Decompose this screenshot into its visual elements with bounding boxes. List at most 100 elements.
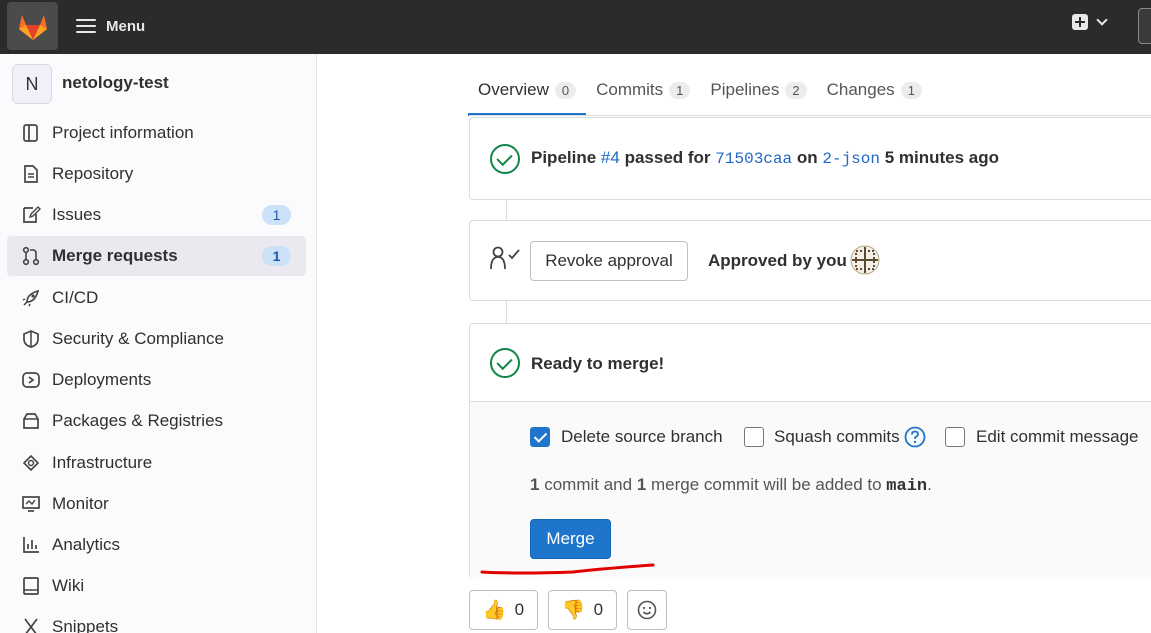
merge-commit-count: 1 — [636, 475, 647, 494]
tab-overview[interactable]: Overview 0 — [468, 64, 587, 116]
pipeline-link[interactable]: #4 — [601, 148, 620, 167]
cloud-gear-icon — [22, 454, 40, 472]
gitlab-logo[interactable] — [7, 2, 58, 50]
thumbs-down-count: 0 — [593, 600, 604, 619]
edit-commit-message-label[interactable]: Edit commit message — [976, 427, 1139, 447]
package-icon — [23, 413, 39, 429]
chevron-down-icon — [1096, 14, 1108, 26]
deployments-icon — [22, 372, 40, 388]
sidebar-item-snippets[interactable]: Snippets — [7, 607, 306, 633]
thumbs-up-icon: 👍 — [482, 600, 507, 621]
tab-commits[interactable]: Commits 1 — [586, 64, 700, 116]
delete-source-branch-label[interactable]: Delete source branch — [561, 427, 723, 447]
new-dropdown-button[interactable] — [1072, 14, 1108, 30]
sidebar: N netology-test Project information Repo… — [0, 54, 317, 633]
shield-icon — [23, 330, 39, 348]
menu-button[interactable]: Menu — [76, 12, 145, 40]
sidebar-item-label: Merge requests — [52, 246, 178, 265]
book-icon — [23, 577, 39, 595]
edit-commit-message-checkbox[interactable] — [945, 427, 965, 447]
sidebar-item-label: Security & Compliance — [52, 329, 224, 348]
summary-period: . — [927, 475, 932, 494]
sidebar-item-repository[interactable]: Repository — [7, 154, 306, 194]
widget-connector — [506, 301, 507, 323]
sidebar-item-ci-cd[interactable]: CI/CD — [7, 278, 306, 318]
sidebar-item-project-information[interactable]: Project information — [7, 113, 306, 153]
sidebar-item-wiki[interactable]: Wiki — [7, 566, 306, 606]
sidebar-item-label: CI/CD — [52, 288, 99, 307]
sidebar-item-label: Issues — [52, 205, 102, 224]
tab-label: Changes — [826, 80, 895, 99]
repository-icon — [24, 165, 38, 183]
help-icon[interactable] — [904, 426, 926, 448]
project-avatar[interactable]: N — [12, 64, 52, 104]
tab-label: Overview — [478, 80, 549, 99]
commit-sha-link[interactable]: 71503caa — [715, 150, 792, 168]
merge-button[interactable]: Merge — [530, 519, 611, 559]
add-reaction-button[interactable] — [627, 590, 667, 630]
smiley-icon — [637, 600, 657, 620]
thumbs-down-button[interactable]: 👎 0 — [548, 590, 617, 630]
tabs-divider — [469, 115, 1151, 116]
pipeline-on-text: on — [796, 148, 818, 167]
revoke-approval-button[interactable]: Revoke approval — [530, 241, 688, 281]
sidebar-item-label: Infrastructure — [52, 453, 153, 472]
branch-link[interactable]: 2-json — [822, 150, 880, 168]
hamburger-icon — [76, 19, 96, 33]
gitlab-logo-icon — [18, 15, 47, 40]
status-success-icon — [490, 348, 520, 378]
merge-request-icon — [22, 246, 40, 266]
pipeline-widget: Pipeline #4 passed for 71503caa on 2-jso… — [469, 117, 1151, 200]
issues-count-badge: 1 — [262, 205, 291, 225]
sidebar-item-packages[interactable]: Packages & Registries — [7, 401, 306, 441]
sidebar-item-infrastructure[interactable]: Infrastructure — [7, 443, 306, 483]
plus-square-icon — [1072, 14, 1088, 30]
search-input[interactable] — [1138, 8, 1151, 44]
sidebar-item-issues[interactable]: Issues 1 — [7, 195, 306, 235]
sidebar-item-label: Analytics — [52, 535, 121, 554]
thumbs-down-icon: 👎 — [561, 600, 586, 621]
tab-count-badge: 1 — [900, 81, 922, 99]
sidebar-item-security[interactable]: Security & Compliance — [7, 319, 306, 359]
tab-count-badge: 0 — [554, 81, 577, 99]
status-success-icon[interactable] — [490, 144, 520, 174]
sidebar-item-label: Repository — [52, 164, 134, 183]
commit-text: commit and — [544, 475, 633, 494]
pipeline-label: Pipeline — [531, 148, 597, 167]
sidebar-item-deployments[interactable]: Deployments — [7, 360, 306, 400]
issues-icon — [23, 206, 41, 223]
squash-commits-checkbox[interactable] — [744, 427, 764, 447]
pipeline-time: 5 minutes ago — [884, 148, 1000, 167]
sidebar-item-label: Wiki — [52, 576, 85, 595]
top-navbar: Menu — [0, 0, 1151, 54]
squash-commits-label[interactable]: Squash commits — [774, 427, 900, 447]
monitor-icon — [22, 496, 40, 512]
sidebar-item-analytics[interactable]: Analytics — [7, 525, 306, 565]
merge-request-tabs: Overview 0 Commits 1 Pipelines 2 Changes… — [468, 64, 932, 116]
user-avatar[interactable] — [850, 245, 880, 275]
chart-icon — [23, 537, 39, 553]
approval-widget: Revoke approval Approved by you — [469, 220, 1151, 301]
sidebar-item-label: Snippets — [52, 617, 119, 633]
merge-commit-text: merge commit will be added to — [651, 475, 882, 494]
project-name[interactable]: netology-test — [62, 73, 169, 93]
thumbs-up-count: 0 — [514, 600, 525, 619]
sidebar-item-label: Packages & Registries — [52, 411, 224, 430]
menu-label: Menu — [106, 17, 146, 35]
tab-pipelines[interactable]: Pipelines 2 — [700, 64, 816, 116]
sidebar-item-label: Project information — [52, 123, 194, 142]
sidebar-item-monitor[interactable]: Monitor — [7, 484, 306, 524]
commit-count: 1 — [530, 475, 540, 494]
rocket-icon — [22, 289, 40, 307]
thumbs-up-button[interactable]: 👍 0 — [469, 590, 538, 630]
target-branch: main — [886, 477, 928, 496]
red-underline-annotation — [480, 563, 655, 575]
merge-commit-summary: 1 commit and 1 merge commit will be adde… — [530, 475, 932, 496]
sidebar-item-merge-requests[interactable]: Merge requests 1 — [7, 236, 306, 276]
approved-by-text: Approved by you — [708, 251, 847, 270]
delete-source-branch-checkbox[interactable] — [530, 427, 550, 447]
pipeline-passed-text: passed for — [624, 148, 711, 167]
ready-to-merge-text: Ready to merge! — [531, 354, 665, 373]
snippet-icon — [24, 618, 38, 633]
tab-changes[interactable]: Changes 1 — [817, 64, 932, 116]
